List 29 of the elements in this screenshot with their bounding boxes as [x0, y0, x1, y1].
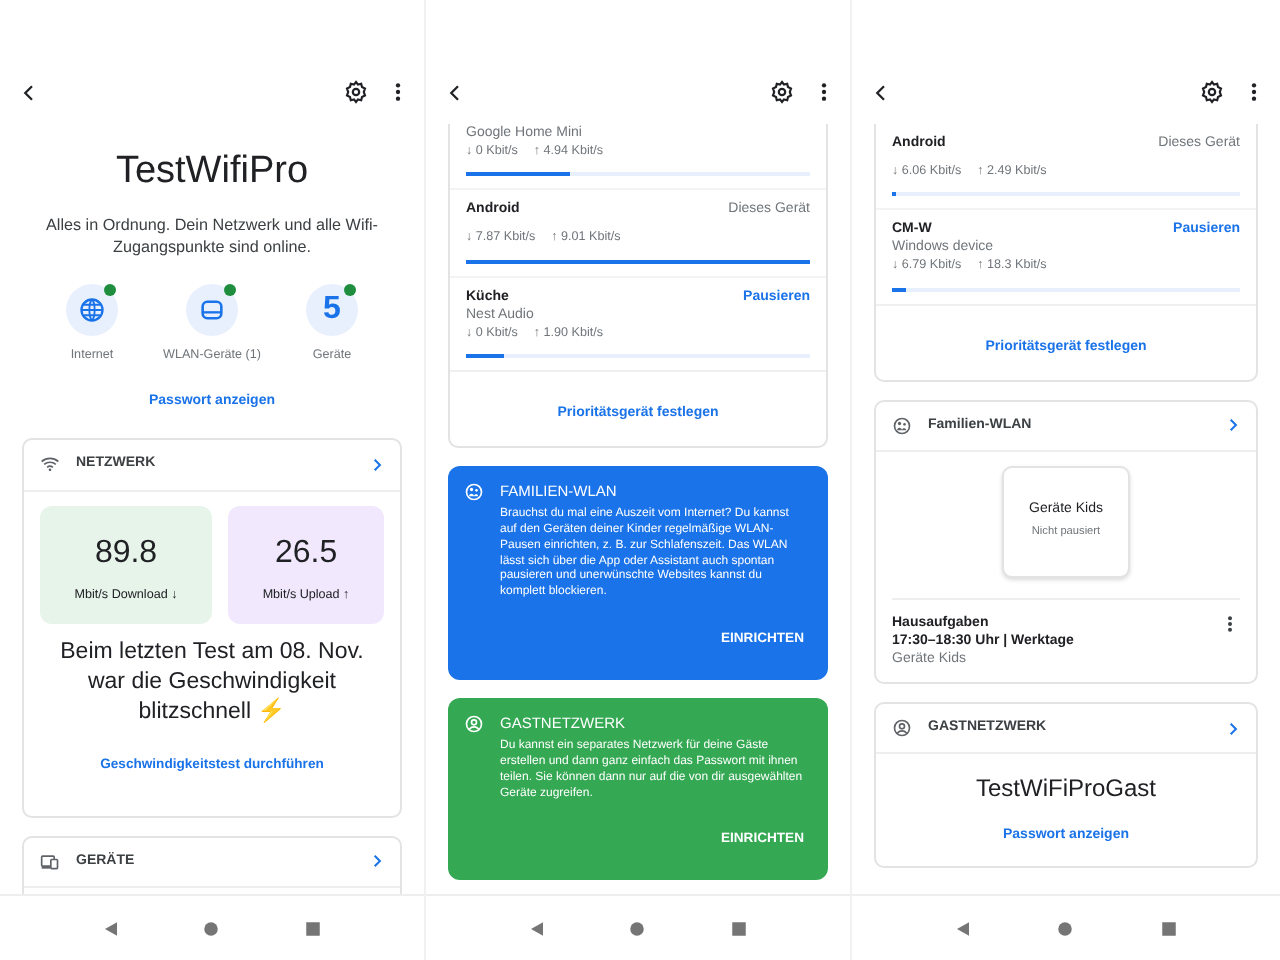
- chevron-icon[interactable]: [1226, 418, 1240, 433]
- back-icon[interactable]: [872, 83, 890, 101]
- network-title: TestWifiPro: [113, 148, 311, 196]
- status-message: Alles in Ordnung. Dein Netzwerk und alle Wifi-Zugangspunkte sind online.: [44, 213, 380, 260]
- globe-icon: [78, 295, 106, 324]
- settings-icon[interactable]: [344, 80, 368, 104]
- home-icon[interactable]: [1056, 919, 1075, 937]
- speed-value: 89.8: [92, 533, 160, 574]
- device-count: 5: [306, 283, 358, 336]
- wifi-icon: [40, 454, 60, 475]
- devices-icon: [40, 851, 60, 872]
- guest-network-name: TestWiFiProGast: [973, 772, 1158, 807]
- recents-icon[interactable]: [1159, 919, 1178, 937]
- account-icon: [464, 713, 484, 734]
- chevron-icon[interactable]: [1226, 721, 1240, 736]
- speed-value: 26.5: [272, 533, 340, 574]
- back-icon[interactable]: [20, 83, 38, 101]
- chevron-icon[interactable]: [370, 854, 384, 869]
- chevron-icon[interactable]: [370, 457, 384, 472]
- home-icon[interactable]: [628, 919, 647, 937]
- speed-summary: Beim letzten Test am 08. Nov. war die Geschwindigkeit blitzschnell ⚡: [58, 637, 366, 728]
- account-icon: [892, 718, 912, 739]
- settings-icon[interactable]: [770, 80, 794, 104]
- recents-icon[interactable]: [304, 919, 323, 937]
- router-icon: [198, 295, 226, 324]
- settings-icon[interactable]: [1200, 80, 1224, 104]
- home-icon[interactable]: [202, 919, 221, 937]
- back-icon[interactable]: [446, 83, 464, 101]
- recents-icon[interactable]: [730, 919, 749, 937]
